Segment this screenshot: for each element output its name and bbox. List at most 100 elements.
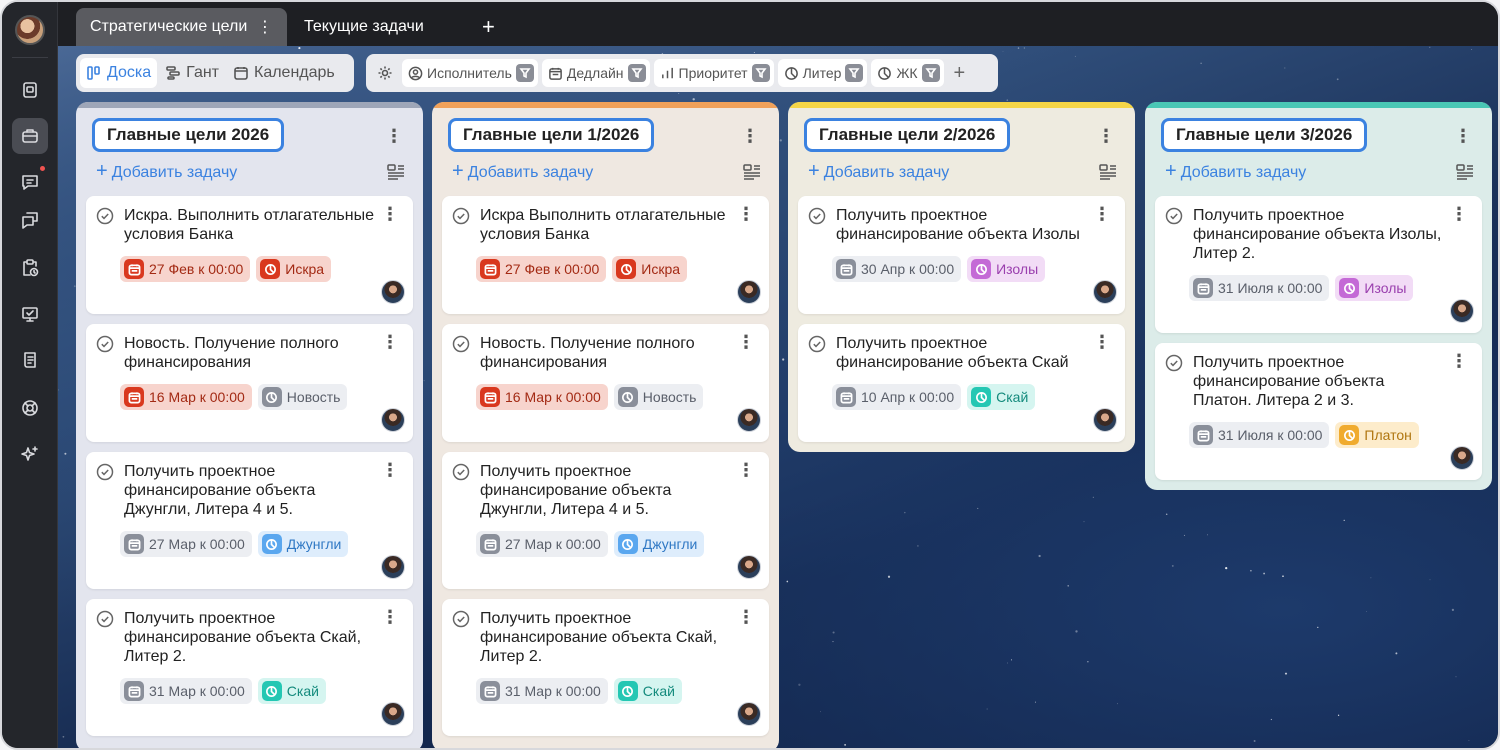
- card-menu-icon[interactable]: ⋮: [737, 607, 755, 628]
- template-icon[interactable]: [743, 164, 761, 180]
- column-menu-icon[interactable]: ⋮: [741, 126, 759, 147]
- card-menu-icon[interactable]: ⋮: [737, 204, 755, 225]
- view-gantt-button[interactable]: Гант: [159, 58, 225, 88]
- project-tag[interactable]: Джунгли: [613, 531, 705, 557]
- project-tag[interactable]: Платон: [1335, 422, 1419, 448]
- project-tag[interactable]: Новость: [257, 384, 348, 410]
- deadline-badge[interactable]: 31 Июля к 00:00: [1189, 275, 1330, 301]
- user-avatar[interactable]: [15, 15, 45, 45]
- card-menu-icon[interactable]: ⋮: [737, 332, 755, 353]
- funnel-icon[interactable]: [515, 64, 534, 82]
- card-menu-icon[interactable]: ⋮: [1093, 332, 1111, 353]
- project-tag[interactable]: Джунгли: [257, 531, 349, 557]
- task-card[interactable]: ⋮ Искра Выполнить отлагательные условия …: [442, 196, 769, 314]
- funnel-icon[interactable]: [845, 64, 864, 82]
- deadline-badge[interactable]: 16 Мар к 00:00: [120, 384, 252, 410]
- project-tag[interactable]: Изолы: [967, 256, 1046, 282]
- task-card[interactable]: ⋮ Получить проектное финансирование объе…: [442, 452, 769, 589]
- template-icon[interactable]: [1456, 164, 1474, 180]
- task-card[interactable]: ⋮ Получить проектное финансирование объе…: [86, 452, 413, 589]
- rail-item-ai[interactable]: [12, 436, 48, 472]
- card-menu-icon[interactable]: ⋮: [381, 607, 399, 628]
- complete-check-icon[interactable]: [96, 335, 114, 353]
- funnel-icon[interactable]: [921, 64, 940, 82]
- deadline-badge[interactable]: 16 Мар к 00:00: [476, 384, 608, 410]
- task-card[interactable]: ⋮ Получить проектное финансирование объе…: [1155, 343, 1482, 480]
- assignee-avatar[interactable]: [1093, 408, 1117, 432]
- filter-assignee[interactable]: Исполнитель: [402, 59, 538, 87]
- assignee-avatar[interactable]: [381, 702, 405, 726]
- funnel-icon[interactable]: [751, 64, 770, 82]
- assignee-avatar[interactable]: [381, 555, 405, 579]
- complete-check-icon[interactable]: [452, 610, 470, 628]
- card-menu-icon[interactable]: ⋮: [381, 204, 399, 225]
- card-menu-icon[interactable]: ⋮: [1093, 204, 1111, 225]
- assignee-avatar[interactable]: [737, 555, 761, 579]
- column-menu-icon[interactable]: ⋮: [385, 126, 403, 147]
- column-title[interactable]: Главные цели 3/2026: [1161, 118, 1368, 152]
- assignee-avatar[interactable]: [381, 408, 405, 432]
- add-filter-button[interactable]: +: [948, 62, 972, 85]
- task-card[interactable]: ⋮ Получить проектное финансирование объе…: [442, 599, 769, 736]
- project-tag[interactable]: Изолы: [1335, 275, 1414, 301]
- task-card[interactable]: ⋮ Новость. Получение полного финансирова…: [442, 324, 769, 442]
- rail-item-tasks[interactable]: [12, 118, 48, 154]
- project-tag[interactable]: Скай: [613, 678, 682, 704]
- settings-button[interactable]: [372, 58, 398, 88]
- assignee-avatar[interactable]: [1093, 280, 1117, 304]
- deadline-badge[interactable]: 30 Апр к 00:00: [832, 256, 962, 282]
- complete-check-icon[interactable]: [96, 463, 114, 481]
- task-card[interactable]: ⋮ Получить проектное финансирование объе…: [1155, 196, 1482, 333]
- column-menu-icon[interactable]: ⋮: [1097, 126, 1115, 147]
- tab-strategic-goals[interactable]: Стратегические цели ⋮: [76, 8, 287, 46]
- deadline-badge[interactable]: 27 Фев к 00:00: [476, 256, 607, 282]
- deadline-badge[interactable]: 31 Июля к 00:00: [1189, 422, 1330, 448]
- add-task-button[interactable]: + Добавить задачу: [452, 160, 593, 183]
- add-task-button[interactable]: + Добавить задачу: [1165, 160, 1306, 183]
- column-title[interactable]: Главные цели 2/2026: [804, 118, 1011, 152]
- card-menu-icon[interactable]: ⋮: [381, 332, 399, 353]
- card-menu-icon[interactable]: ⋮: [1450, 204, 1468, 225]
- template-icon[interactable]: [1099, 164, 1117, 180]
- task-card[interactable]: ⋮ Новость. Получение полного финансирова…: [86, 324, 413, 442]
- template-icon[interactable]: [387, 164, 405, 180]
- complete-check-icon[interactable]: [808, 335, 826, 353]
- card-menu-icon[interactable]: ⋮: [737, 460, 755, 481]
- complete-check-icon[interactable]: [96, 610, 114, 628]
- add-task-button[interactable]: + Добавить задачу: [96, 160, 237, 183]
- task-card[interactable]: ⋮ Искра. Выполнить отлагательные условия…: [86, 196, 413, 314]
- filter-complex[interactable]: ЖК: [871, 59, 944, 87]
- deadline-badge[interactable]: 10 Апр к 00:00: [832, 384, 962, 410]
- view-calendar-button[interactable]: Календарь: [227, 58, 341, 88]
- deadline-badge[interactable]: 27 Мар к 00:00: [120, 531, 252, 557]
- deadline-badge[interactable]: 31 Мар к 00:00: [476, 678, 608, 704]
- assignee-avatar[interactable]: [1450, 299, 1474, 323]
- task-card[interactable]: ⋮ Получить проектное финансирование объе…: [86, 599, 413, 736]
- filter-liter[interactable]: Литер: [777, 59, 868, 87]
- complete-check-icon[interactable]: [452, 463, 470, 481]
- deadline-badge[interactable]: 27 Мар к 00:00: [476, 531, 608, 557]
- rail-item-discussions[interactable]: [12, 202, 48, 238]
- tab-menu-icon[interactable]: ⋮: [257, 17, 273, 37]
- project-tag[interactable]: Скай: [967, 384, 1036, 410]
- complete-check-icon[interactable]: [96, 207, 114, 225]
- project-tag[interactable]: Скай: [257, 678, 326, 704]
- assignee-avatar[interactable]: [737, 408, 761, 432]
- assignee-avatar[interactable]: [737, 702, 761, 726]
- rail-item-scroll[interactable]: [12, 342, 48, 378]
- deadline-badge[interactable]: 27 Фев к 00:00: [120, 256, 251, 282]
- funnel-icon[interactable]: [627, 64, 646, 82]
- card-menu-icon[interactable]: ⋮: [1450, 351, 1468, 372]
- card-menu-icon[interactable]: ⋮: [381, 460, 399, 481]
- filter-priority[interactable]: Приоритет: [653, 59, 774, 87]
- assignee-avatar[interactable]: [1450, 446, 1474, 470]
- rail-item-support[interactable]: [12, 390, 48, 426]
- task-card[interactable]: ⋮ Получить проектное финансирование объе…: [798, 324, 1125, 442]
- complete-check-icon[interactable]: [452, 335, 470, 353]
- add-task-button[interactable]: + Добавить задачу: [808, 160, 949, 183]
- column-menu-icon[interactable]: ⋮: [1454, 126, 1472, 147]
- deadline-badge[interactable]: 31 Мар к 00:00: [120, 678, 252, 704]
- project-tag[interactable]: Новость: [613, 384, 704, 410]
- complete-check-icon[interactable]: [1165, 207, 1183, 225]
- add-tab-button[interactable]: +: [468, 8, 509, 46]
